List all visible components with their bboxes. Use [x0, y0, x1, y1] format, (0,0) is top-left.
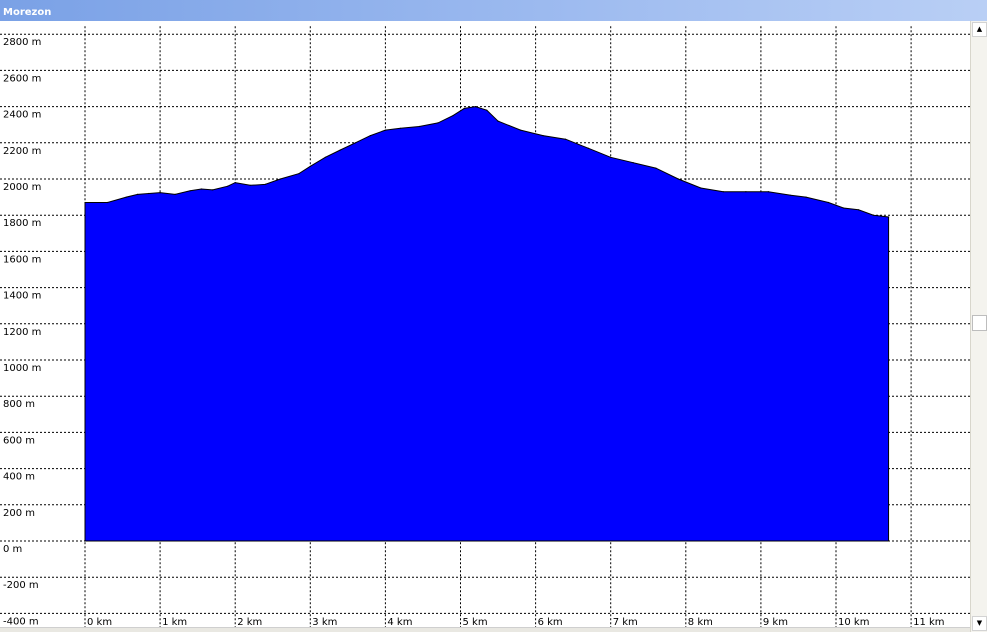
scroll-down-button[interactable]: ▼ — [972, 616, 987, 631]
elevation-point — [474, 106, 477, 108]
elevation-point — [452, 115, 454, 117]
arrow-up-icon: ▲ — [976, 25, 983, 33]
elevation-point — [125, 196, 127, 198]
elevation-point — [700, 187, 702, 189]
y-tick-label: 600 m — [3, 435, 35, 446]
chart-area: 0 km 1 km 2 km 3 km 4 km 5 km 6 km 7 km 8 km 9 km… — [0, 21, 970, 632]
elevation-point — [227, 185, 229, 187]
y-tick-label: 800 m — [3, 399, 35, 410]
elevation-point — [249, 184, 251, 186]
elevation-point — [384, 129, 386, 131]
y-tick-label: 1600 m — [3, 254, 41, 265]
elevation-point — [497, 120, 499, 122]
elevation-point — [463, 107, 465, 109]
elevation-point — [655, 167, 657, 169]
elevation-profile-chart: 0 km 1 km 2 km 3 km 4 km 5 km 6 km 7 km 8 km 9 km… — [0, 26, 970, 632]
elevation-point — [888, 216, 890, 218]
elevation-point — [842, 207, 845, 209]
elevation-point — [189, 190, 191, 192]
elevation-point — [399, 127, 401, 129]
elevation-point — [587, 147, 589, 149]
y-tick-label: 200 m — [3, 508, 35, 519]
horizontal-scrollbar[interactable] — [0, 627, 970, 632]
y-tick-label: -200 m — [3, 580, 39, 591]
elevation-point — [677, 178, 679, 180]
elevation-point — [520, 129, 522, 131]
elevation-point — [418, 125, 420, 128]
elevation-point — [309, 165, 311, 167]
arrow-down-icon: ▼ — [976, 619, 983, 627]
elevation-point — [632, 162, 634, 164]
elevation-point — [200, 188, 202, 190]
elevation-area — [84, 106, 890, 542]
y-tick-label: 2600 m — [3, 73, 41, 84]
y-tick-label: 2200 m — [3, 146, 41, 157]
y-tick-label: 1800 m — [3, 218, 41, 229]
y-tick-label: 0 m — [3, 544, 22, 555]
elevation-point — [542, 135, 544, 137]
y-tick-label: 1200 m — [3, 327, 41, 338]
window-titlebar: Morezon — [0, 0, 987, 21]
elevation-point — [298, 173, 300, 175]
vertical-scrollbar[interactable]: ▲ ▼ — [970, 21, 987, 632]
elevation-point — [174, 193, 176, 195]
elevation-point — [369, 135, 371, 137]
elevation-point — [790, 194, 792, 196]
elevation-point — [857, 209, 860, 211]
elevation-point — [279, 178, 281, 180]
y-tick-label: 2800 m — [3, 37, 41, 48]
elevation-point — [159, 192, 161, 194]
elevation-point — [437, 122, 439, 124]
scroll-thumb[interactable] — [972, 315, 987, 331]
elevation-point — [264, 183, 266, 185]
elevation-point — [827, 201, 830, 204]
elevation-point — [339, 149, 341, 151]
elevation-point — [234, 182, 236, 184]
elevation-point — [872, 214, 875, 216]
elevation-point — [354, 142, 356, 144]
elevation-point — [805, 196, 807, 198]
y-tick-label: -400 m — [3, 616, 39, 627]
y-tick-label: 2000 m — [3, 182, 41, 193]
elevation-point — [106, 201, 109, 204]
scroll-up-button[interactable]: ▲ — [972, 22, 987, 37]
elevation-point — [722, 191, 724, 193]
elevation-point — [324, 156, 326, 158]
elevation-point — [148, 192, 150, 195]
y-tick-label: 400 m — [3, 472, 35, 483]
y-tick-label: 1000 m — [3, 363, 41, 374]
elevation-point — [84, 201, 86, 204]
y-tick-label: 1400 m — [3, 291, 41, 302]
elevation-point — [212, 189, 214, 191]
elevation-point — [486, 109, 488, 111]
elevation-point — [767, 191, 770, 193]
elevation-point — [745, 191, 747, 193]
window-title: Morezon — [3, 7, 52, 18]
y-tick-label: 2400 m — [3, 110, 41, 121]
elevation-point — [137, 193, 139, 195]
elevation-point — [565, 138, 567, 140]
elevation-point — [610, 156, 612, 158]
